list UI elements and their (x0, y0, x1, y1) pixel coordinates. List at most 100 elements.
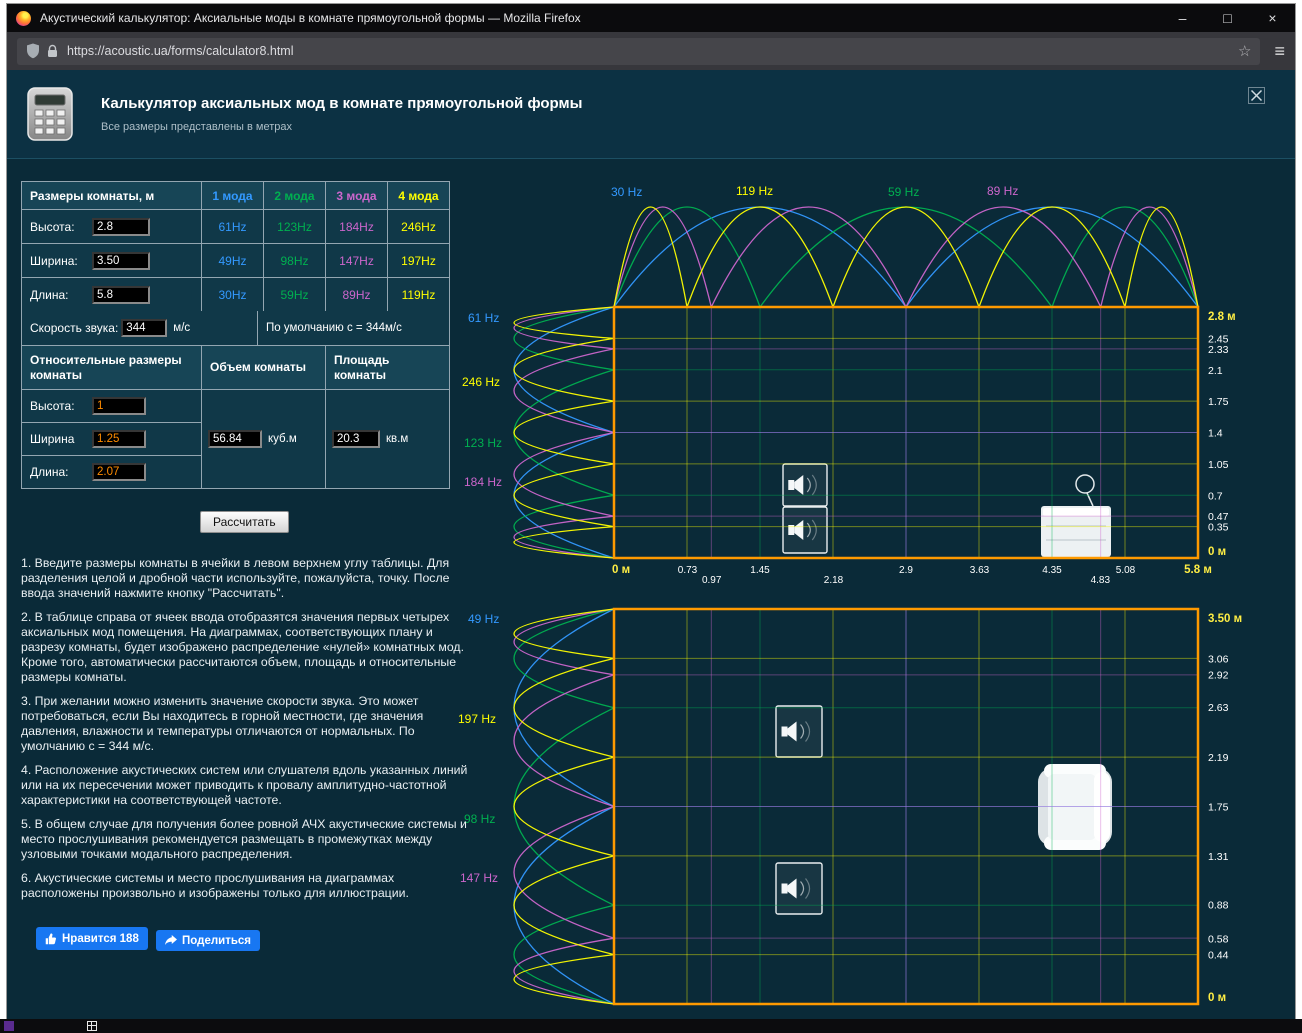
relative-height-label: Высота: (30, 399, 75, 413)
floor-lamp-icon (1075, 474, 1095, 507)
axis-label: 2.19 (1208, 752, 1229, 764)
page-subtitle: Все размеры представлены в метрах (101, 121, 292, 133)
speaker-icon (775, 862, 823, 915)
maximize-button[interactable]: □ (1205, 4, 1250, 32)
frequency-label: 49 Hz (468, 612, 499, 626)
like-label: Нравится 188 (62, 932, 139, 945)
instruction-paragraph: 4. Расположение акустических систем или … (21, 763, 468, 807)
length-input[interactable] (92, 285, 150, 304)
shield-icon[interactable] (26, 43, 40, 59)
instruction-paragraph: 5. В общем случае для получения более ро… (21, 817, 467, 861)
share-label: Поделиться (182, 934, 252, 947)
length-mode-curve (613, 206, 1199, 308)
close-icon[interactable] (1248, 87, 1265, 104)
mode-2-header: 2 мода (264, 182, 326, 210)
share-icon (165, 934, 177, 945)
relative-length-input[interactable] (92, 463, 146, 481)
frequency-label: 119 Hz (736, 184, 773, 198)
axis-label: 4.35 (1042, 565, 1062, 576)
axis-label: 1.31 (1208, 851, 1229, 863)
side-mode-curve (513, 608, 615, 1005)
axis-label: 2.92 (1208, 670, 1229, 682)
height-input[interactable] (92, 217, 150, 236)
speed-cell: Скорость звука: м/с (22, 311, 258, 346)
minimize-button[interactable]: – (1160, 4, 1205, 32)
mode-value: 89Hz (326, 278, 388, 312)
relative-width-label: Ширина (30, 432, 75, 446)
mode-3-header: 3 мода (326, 182, 388, 210)
instruction-paragraph: 3. При желании можно изменить значение с… (21, 694, 424, 753)
axis-label: 0.35 (1208, 522, 1229, 534)
lock-icon (48, 44, 57, 57)
speed-unit: м/с (173, 322, 191, 334)
close-button[interactable]: × (1250, 4, 1295, 32)
url-bar[interactable]: https://acoustic.ua/forms/calculator8.ht… (17, 37, 1261, 65)
taskbar-app-icon[interactable] (87, 1021, 97, 1031)
page-header: Калькулятор аксиальных мод в комнате пря… (7, 70, 1295, 159)
axis-label: 0.88 (1208, 900, 1229, 912)
frequency-label: 246 Hz (462, 375, 500, 389)
relative-dimensions-table: Относительные размеры комнаты Объем комн… (21, 346, 450, 489)
width-input[interactable] (92, 251, 150, 270)
axis-label: 3.63 (970, 565, 990, 576)
axis-label: 1.45 (750, 565, 770, 576)
instructions: 1. Введите размеры комнаты в ячейки в ле… (21, 556, 471, 910)
frequency-label: 30 Hz (611, 185, 642, 199)
section-diagram: 30 Hz 59 Hz 89 Hz 119 Hz 61 Hz 123 Hz 184 Hz 24… (462, 184, 1236, 586)
facebook-share-button[interactable]: Поделиться (156, 930, 261, 951)
calculate-button[interactable]: Рассчитать (200, 511, 289, 533)
volume-input[interactable] (208, 430, 262, 448)
mode-value: 119Hz (388, 278, 450, 312)
speaker-icon (782, 506, 828, 554)
speed-input[interactable] (121, 319, 168, 337)
speaker-icon (775, 705, 823, 758)
speed-label: Скорость звука: (30, 321, 119, 335)
axis-label: 2.1 (1208, 365, 1223, 377)
taskbar-app-icon[interactable] (4, 1021, 14, 1031)
room-dimensions-table: Размеры комнаты, м 1 мода 2 мода 3 мода … (21, 181, 450, 312)
volume-unit: куб.м (268, 433, 297, 445)
mode-value: 61Hz (202, 210, 264, 244)
titlebar: Акустический калькулятор: Аксиальные мод… (7, 4, 1295, 32)
menu-icon[interactable]: ≡ (1274, 41, 1285, 62)
width-label: Ширина: (30, 253, 78, 268)
speaker-icon (782, 463, 828, 507)
frequency-label: 123 Hz (464, 436, 502, 450)
mode-value: 246Hz (388, 210, 450, 244)
calculator-icon (27, 87, 73, 141)
axis-label: 2.18 (824, 575, 844, 586)
height-row: Высота: (22, 210, 202, 244)
height-label: Высота: (30, 219, 75, 234)
axis-label: 5.08 (1116, 565, 1136, 576)
frequency-label: 59 Hz (888, 185, 919, 199)
mode-1-header: 1 мода (202, 182, 264, 210)
facebook-like-button[interactable]: Нравится 188 (36, 927, 148, 950)
axis-label: 0.44 (1208, 949, 1229, 961)
length-label: Длина: (30, 287, 69, 302)
axis-label: 0 м (1208, 992, 1226, 1004)
bookmark-star-icon[interactable]: ☆ (1238, 42, 1251, 60)
length-mode-curve (613, 206, 1199, 308)
frequency-label: 61 Hz (468, 311, 499, 325)
relative-height-input[interactable] (92, 397, 146, 415)
area-input[interactable] (332, 430, 380, 448)
length-mode-curve (613, 206, 1199, 308)
url-text[interactable]: https://acoustic.ua/forms/calculator8.ht… (67, 44, 1238, 58)
mode-value: 59Hz (264, 278, 326, 312)
area-header: Площадь комнаты (326, 346, 450, 390)
axis-label: 1.4 (1208, 428, 1223, 440)
axis-label: 4.83 (1091, 575, 1111, 586)
axis-label: 0 м (1208, 546, 1226, 558)
axis-label: 1.75 (1208, 396, 1229, 408)
firefox-icon (16, 10, 31, 26)
mode-4-header: 4 мода (388, 182, 450, 210)
mode-value: 147Hz (326, 244, 388, 278)
relative-width-input[interactable] (92, 430, 146, 448)
instruction-paragraph: 6. Акустические системы и место прослуши… (21, 871, 409, 900)
axis-label: 3.50 м (1208, 613, 1242, 625)
axis-label: 1.75 (1208, 802, 1229, 814)
axis-label: 0.73 (678, 565, 698, 576)
mode-value: 197Hz (388, 244, 450, 278)
length-mode-curve (613, 206, 1199, 308)
plan-diagram: 49 Hz98 Hz147 Hz197 Hz3.50 м3.062.922.63… (458, 607, 1242, 1006)
